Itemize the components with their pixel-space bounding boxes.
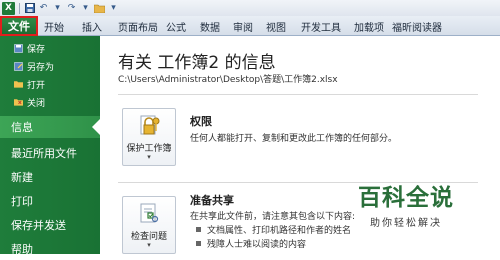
customize-toolbar-icon[interactable]: ▾ (108, 3, 119, 14)
sidebar-item-save[interactable]: 保存 (14, 40, 45, 56)
tab-foxit-reader[interactable]: 福昕阅读器 (392, 19, 442, 34)
watermark-logo: 百科全说 助你轻松解决 (340, 150, 472, 229)
tab-data[interactable]: 数据 (200, 19, 220, 34)
inspect-document-icon (139, 201, 161, 225)
tab-file[interactable]: 文件 (0, 16, 38, 36)
sidebar-item-open[interactable]: 打开 (14, 76, 45, 92)
save-as-icon (14, 61, 23, 71)
excel-logo-icon[interactable]: X (2, 1, 15, 15)
sidebar-item-save-as[interactable]: 另存为 (14, 58, 54, 74)
lock-key-icon (139, 113, 161, 137)
tab-home[interactable]: 开始 (44, 19, 64, 34)
file-path: C:\Users\Administrator\Desktop\答题\工作簿2.x… (118, 75, 338, 85)
toolbar-separator (19, 2, 20, 14)
tab-add-ins[interactable]: 加载项 (354, 19, 384, 34)
tab-page-layout[interactable]: 页面布局 (118, 19, 158, 34)
sidebar-item-close[interactable]: 关闭 (14, 94, 45, 110)
sidebar-item-recent[interactable]: 最近所用文件 (0, 142, 100, 164)
tab-review[interactable]: 审阅 (233, 19, 253, 34)
sidebar-item-label: 关闭 (27, 98, 46, 109)
save-icon[interactable] (24, 3, 35, 14)
list-item: 残障人士难以阅读的内容 (196, 237, 306, 250)
list-item-text: 残障人士难以阅读的内容 (207, 240, 307, 250)
list-item: 文档属性、打印机路径和作者的姓名 (196, 223, 351, 236)
chevron-down-icon: ▾ (147, 153, 151, 161)
bullet-icon (196, 227, 201, 232)
ribbon-tab-bar: 开始 插入 页面布局 公式 数据 审阅 视图 开发工具 加载项 福昕阅读器 (0, 16, 500, 36)
open-folder-icon[interactable] (94, 3, 105, 14)
check-issues-button[interactable]: 检查问题 ▾ (122, 196, 176, 254)
tab-formulas[interactable]: 公式 (166, 19, 186, 34)
protect-workbook-button[interactable]: 保护工作簿 ▾ (122, 108, 176, 166)
bullet-icon (196, 241, 201, 246)
permissions-heading: 权限 (190, 115, 212, 128)
sidebar-item-label: 保存 (27, 44, 46, 55)
watermark-title: 百科全说 (358, 185, 454, 211)
close-file-icon (14, 98, 23, 107)
tab-insert[interactable]: 插入 (82, 19, 102, 34)
redo-icon[interactable]: ↷ (66, 3, 77, 14)
chevron-down-icon[interactable]: ▾ (80, 3, 91, 14)
tab-view[interactable]: 视图 (266, 19, 286, 34)
sidebar-item-new[interactable]: 新建 (0, 166, 100, 188)
sidebar-item-save-and-send[interactable]: 保存并发送 (0, 214, 100, 236)
backstage-sidebar: 保存 另存为 打开 关闭 信息 最近所用文件 新建 打印 保存并发送 帮助 (0, 36, 100, 256)
sidebar-item-label: 打开 (27, 80, 46, 91)
sidebar-item-info[interactable]: 信息 (0, 116, 100, 138)
tab-developer[interactable]: 开发工具 (301, 19, 341, 34)
prepare-sharing-heading: 准备共享 (190, 194, 234, 207)
sidebar-item-label: 另存为 (27, 62, 55, 73)
save-icon (14, 43, 23, 53)
prepare-sharing-description: 在共享此文件前，请注意其包含以下内容: (190, 212, 356, 222)
sidebar-item-print[interactable]: 打印 (0, 190, 100, 212)
sidebar-item-help[interactable]: 帮助 (0, 238, 100, 260)
quick-access-toolbar: X ↶ ▾ ↷ ▾ ▾ (0, 0, 500, 16)
list-item-text: 文档属性、打印机路径和作者的姓名 (207, 226, 352, 236)
open-folder-icon (14, 80, 23, 89)
watermark-subtitle: 助你轻松解决 (370, 218, 442, 229)
divider (118, 94, 478, 95)
chevron-down-icon[interactable]: ▾ (52, 3, 63, 14)
page-title: 有关 工作簿2 的信息 (118, 53, 276, 73)
permissions-description: 任何人都能打开、复制和更改此工作簿的任何部分。 (190, 134, 398, 144)
chevron-down-icon: ▾ (147, 241, 151, 249)
undo-icon[interactable]: ↶ (38, 3, 49, 14)
